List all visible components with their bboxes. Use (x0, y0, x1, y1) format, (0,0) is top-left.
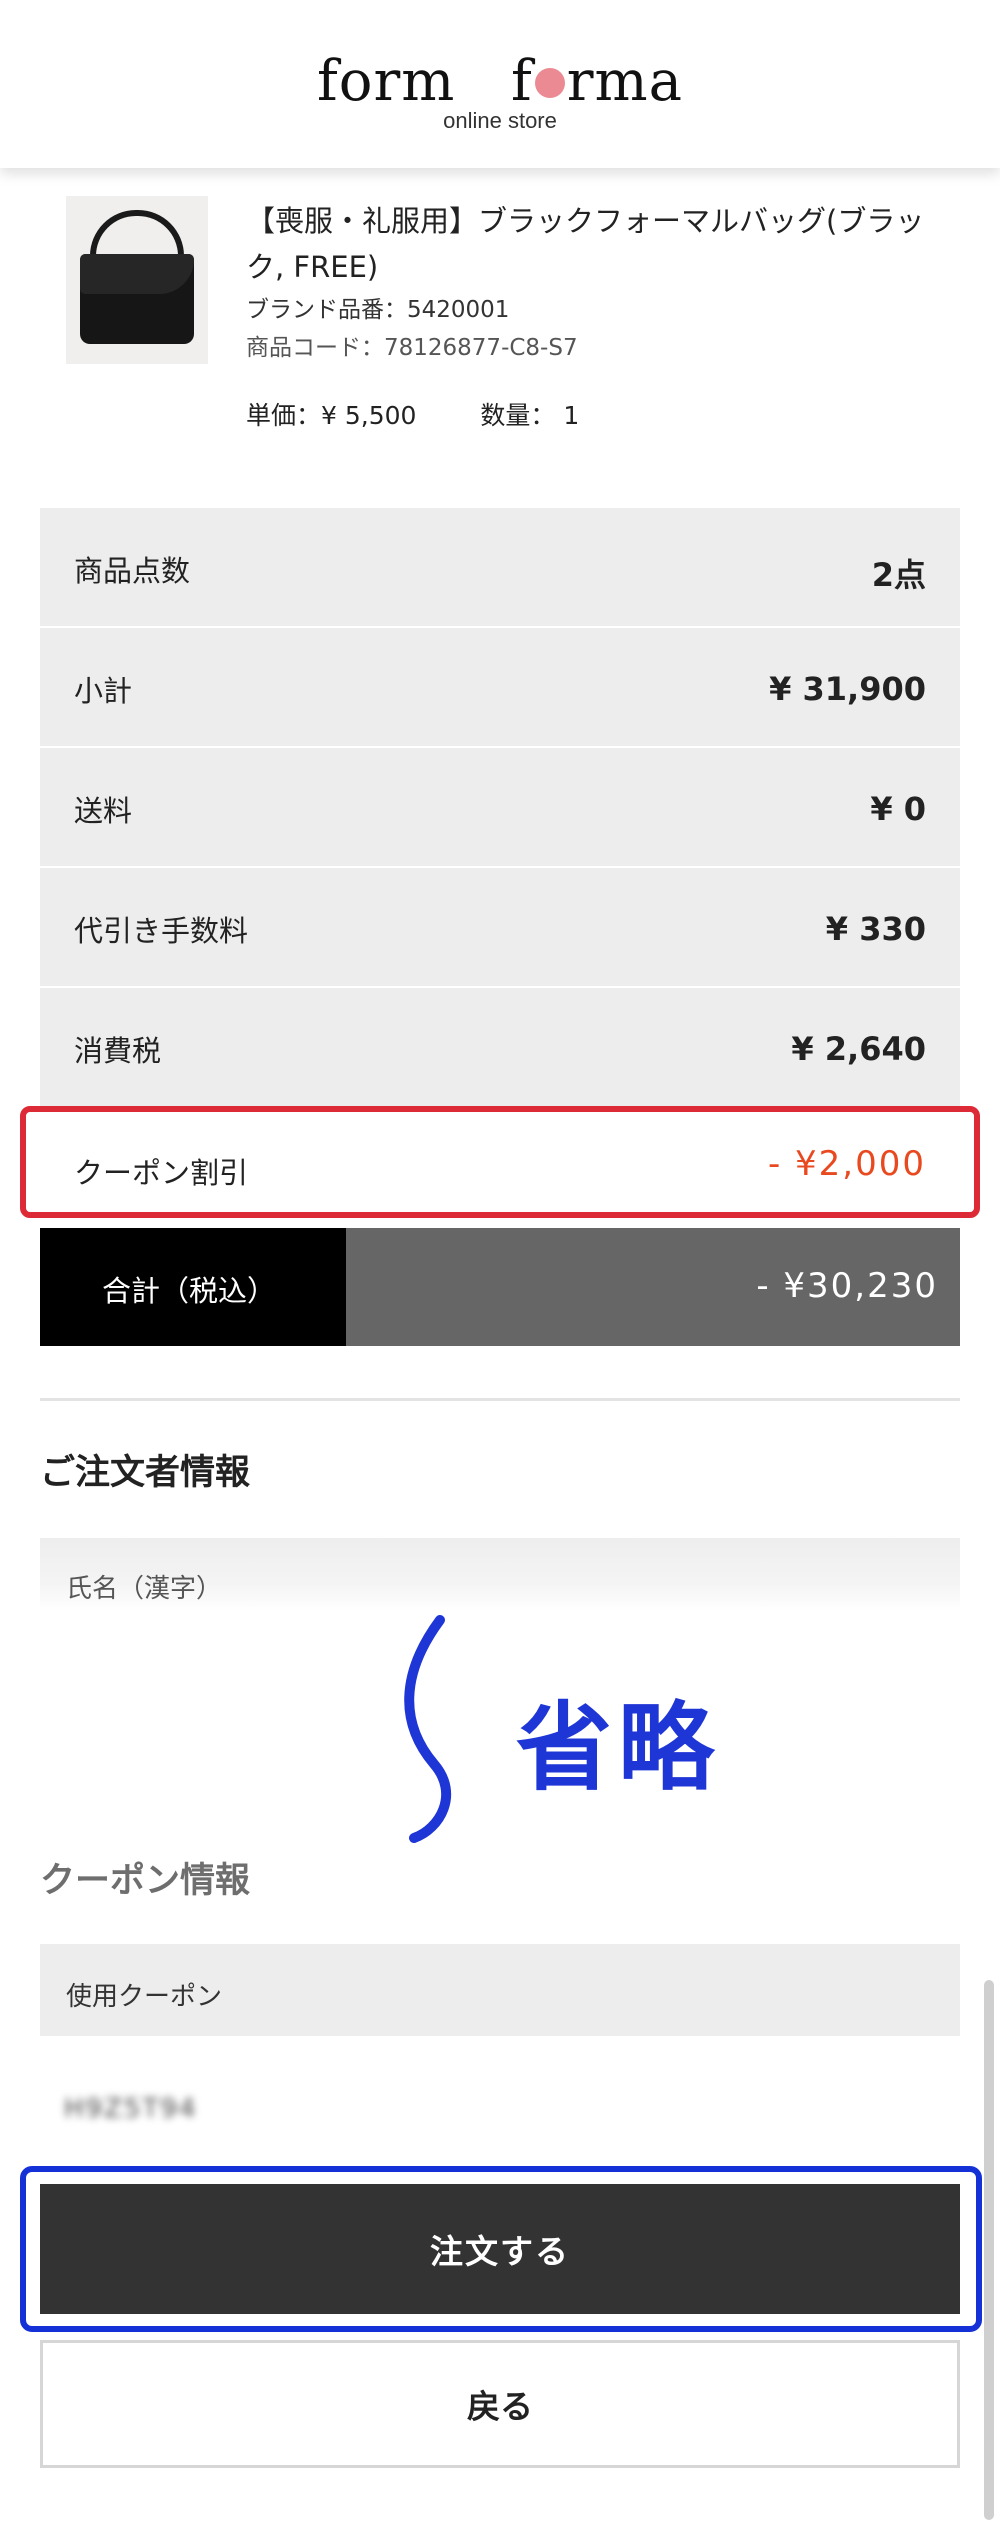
site-header: form f rma online store (0, 0, 1000, 168)
summary-value: ¥ 330 (825, 910, 926, 948)
price-quantity-row: 単価：¥ 5,500 数量： 1 (246, 396, 635, 432)
coupon-use-field: 使用クーポン (40, 1944, 960, 2036)
product-image (66, 196, 208, 364)
bag-flap (80, 254, 194, 294)
brand-code: ブランド品番：5420001 (246, 297, 510, 323)
summary-label: 送料 (74, 794, 133, 828)
total-label: 合計（税込） (102, 1274, 277, 1308)
unit-price: 単価：¥ 5,500 (246, 401, 417, 430)
back-button[interactable]: 戻る (40, 2340, 960, 2468)
summary-value: ¥ 31,900 (769, 670, 926, 708)
coupon-info-title: クーポン情報 (40, 1861, 251, 1901)
summary-label: 代引き手数料 (74, 914, 249, 948)
total-value: - ¥30,230 (756, 1266, 938, 1306)
summary-value: ¥ 0 (870, 790, 926, 828)
section-divider (40, 1398, 960, 1401)
logo-word-forma-end: rma (566, 49, 683, 114)
logo-dot-icon (534, 67, 565, 98)
logo-wordmark: form f rma (0, 52, 1000, 112)
coupon-code-blurred: H9Z5T94 (64, 2094, 198, 2124)
coupon-use-label: 使用クーポン (66, 1982, 223, 2012)
orderer-info-title: ご注文者情報 (40, 1453, 251, 1493)
logo-word-form: form (317, 49, 456, 114)
summary-label: 消費税 (74, 1034, 162, 1068)
product-name: 【喪服・礼服用】ブラックフォーマルバッグ(ブラック, FREE) (246, 204, 925, 284)
summary-value: 2点 (871, 556, 926, 594)
summary-label: 小計 (74, 674, 133, 708)
item-code: 商品コード：78126877-C8-S7 (246, 335, 578, 361)
summary-value: ¥ 2,640 (791, 1030, 926, 1068)
summary-row-tax: 消費税 ¥ 2,640 (40, 988, 960, 1106)
logo-subtitle: online store (443, 108, 557, 133)
summary-label: 商品点数 (74, 554, 191, 588)
quantity: 数量： 1 (480, 401, 580, 430)
coupon-highlight-box (20, 1106, 980, 1218)
scrollbar[interactable] (984, 1980, 994, 2520)
summary-row-subtotal: 小計 ¥ 31,900 (40, 628, 960, 746)
logo-word-forma-start: f (510, 49, 533, 114)
summary-row-total: 合計（税込） - ¥30,230 (40, 1228, 960, 1346)
summary-row-shipping: 送料 ¥ 0 (40, 748, 960, 866)
omission-label: 省略 (516, 1692, 720, 1804)
summary-row-cod-fee: 代引き手数料 ¥ 330 (40, 868, 960, 986)
place-order-button[interactable]: 注文する (40, 2184, 960, 2314)
total-label-box: 合計（税込） (40, 1228, 346, 1346)
summary-row-item-count: 商品点数 2点 (40, 508, 960, 626)
site-logo[interactable]: form f rma online store (0, 52, 1000, 134)
